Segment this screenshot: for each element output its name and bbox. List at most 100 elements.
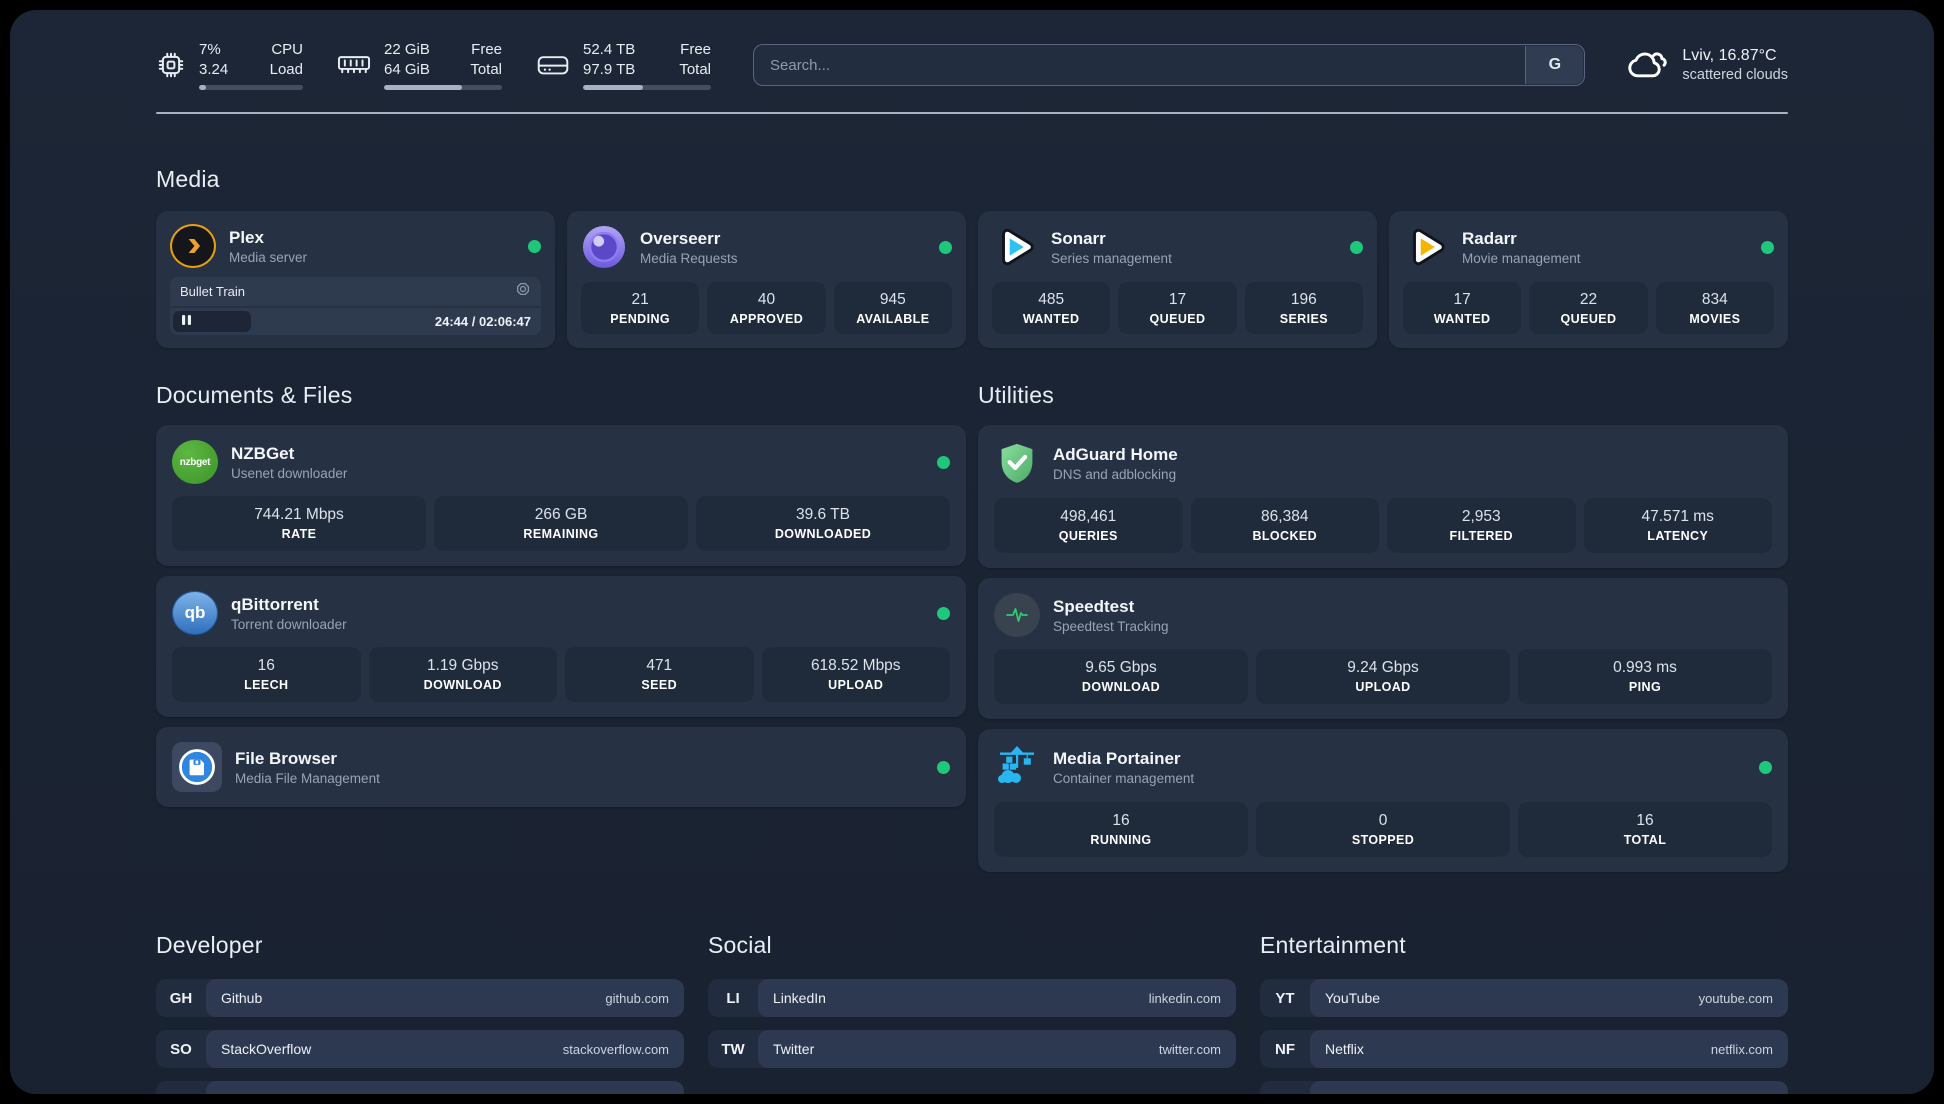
bookmark-abbr: LI: [726, 989, 740, 1007]
service-name: Speedtest: [1053, 596, 1135, 616]
bookmark-name: LinkedIn: [773, 990, 826, 1006]
bookmarks-social: Social LI LinkedIn linkedin.com TW Twitte…: [708, 932, 1236, 1094]
stat-box: 86,384 BLOCKED: [1190, 498, 1379, 553]
service-subtitle: Speedtest Tracking: [1053, 618, 1169, 634]
service-subtitle: Media File Management: [235, 770, 380, 786]
bookmark-url: linkedin.com: [1148, 990, 1221, 1006]
weather-condition: scattered clouds: [1682, 67, 1788, 83]
bookmark-url: github.com: [605, 990, 669, 1006]
cpu-progress-bar: [199, 85, 303, 90]
service-card-qbittorrent[interactable]: qb qBittorrent Torrent downloader 16 LEEC…: [156, 576, 966, 717]
bookmark-youtube[interactable]: YT YouTube youtube.com: [1260, 979, 1788, 1017]
adguard-icon: [994, 440, 1040, 486]
radarr-icon: [1403, 224, 1449, 270]
disk-free-value: 52.4 TB: [583, 41, 636, 58]
section-title-social: Social: [708, 932, 772, 958]
service-subtitle: DNS and adblocking: [1053, 466, 1177, 482]
memory-total-value: 64 GiB: [384, 61, 430, 78]
bookmark-github[interactable]: GH Github github.com: [156, 979, 684, 1017]
bookmark-linkedin[interactable]: LI LinkedIn linkedin.com: [708, 979, 1236, 1017]
bookmarks-developer: Developer GH Github github.com SO StackOv…: [156, 932, 684, 1094]
service-card-portainer[interactable]: Media Portainer Container management 16 R…: [978, 729, 1788, 872]
bookmark-abbr: TW: [721, 1040, 745, 1058]
stat-box: 17 QUEUED: [1118, 282, 1237, 334]
service-card-speedtest[interactable]: Speedtest Speedtest Tracking 9.65 Gbps DO…: [978, 578, 1788, 719]
stat-box: 266 GB REMAINING: [434, 496, 688, 551]
bookmark-twitter[interactable]: TW Twitter twitter.com: [708, 1030, 1236, 1068]
status-dot: [528, 239, 541, 253]
bookmark-url: dev.to: [635, 1093, 669, 1095]
overseerr-icon: [581, 224, 627, 270]
stat-box: 485 WANTED: [992, 282, 1111, 334]
service-card-filebrowser[interactable]: File Browser Media File Management: [156, 727, 966, 807]
bookmark-reddit[interactable]: RE Reddit reddit.com: [1260, 1081, 1788, 1094]
service-card-nzbget[interactable]: nzbget NZBGet Usenet downloader 744.21 M…: [156, 425, 966, 566]
disk-free-label: Free: [680, 41, 711, 58]
service-card-radarr[interactable]: Radarr Movie management 17 WANTED 22 QUEUE…: [1389, 211, 1788, 348]
search-bar: G: [753, 44, 1586, 86]
service-subtitle: Container management: [1053, 770, 1195, 786]
plex-icon: [170, 224, 216, 268]
bookmark-url: stackoverflow.com: [562, 1041, 669, 1057]
disk-progress-bar: [583, 85, 711, 90]
gear-icon[interactable]: [515, 281, 531, 302]
search-input[interactable]: [753, 44, 1586, 86]
cpu-usage-value: 7%: [199, 41, 221, 58]
dashboard: 7% CPU 3.24 Load 22 GiB Free 64 GiB Total: [10, 10, 1934, 1094]
bookmark-name: Twitter: [773, 1041, 815, 1057]
service-subtitle: Media server: [229, 249, 308, 265]
stat-box: 9.65 Gbps DOWNLOAD: [994, 649, 1248, 704]
stat-box: 47.571 ms LATENCY: [1583, 498, 1772, 553]
memory-total-label: Total: [470, 61, 502, 78]
stat-box: 945 AVAILABLE: [833, 282, 952, 334]
memory-stat: 22 GiB Free 64 GiB Total: [337, 40, 502, 90]
bookmarks-entertainment: Entertainment YT YouTube youtube.com NF N…: [1260, 932, 1788, 1094]
bookmark-name: Github: [221, 990, 263, 1006]
stat-box: 0.993 ms PING: [1518, 649, 1772, 704]
bookmark-netflix[interactable]: NF Netflix netflix.com: [1260, 1030, 1788, 1068]
bookmark-dev[interactable]: DT DEV dev.to: [156, 1081, 684, 1094]
bookmark-stackoverflow[interactable]: SO StackOverflow stackoverflow.com: [156, 1030, 684, 1068]
service-card-sonarr[interactable]: Sonarr Series management 485 WANTED 17 QUE…: [978, 211, 1377, 348]
stat-box: 196 SERIES: [1244, 282, 1363, 334]
stat-box: 2,953 FILTERED: [1387, 498, 1576, 553]
qbittorrent-icon: qb: [172, 591, 218, 635]
status-dot: [937, 455, 950, 469]
service-card-plex[interactable]: Plex Media server Bullet Train 24:44 / 0…: [156, 211, 555, 348]
playback-progress-bar[interactable]: 24:44 / 02:06:47: [170, 308, 541, 335]
service-card-adguard[interactable]: AdGuard Home DNS and adblocking 498,461 Q…: [978, 425, 1788, 568]
stat-box: 16 LEECH: [172, 647, 361, 702]
nzbget-icon: nzbget: [172, 440, 218, 484]
bookmark-name: Netflix: [1325, 1041, 1364, 1057]
search-provider-button[interactable]: G: [1525, 46, 1584, 84]
service-subtitle: Media Requests: [640, 250, 738, 266]
bookmark-abbr: GH: [169, 989, 193, 1007]
disk-stat: 52.4 TB Free 97.9 TB Total: [536, 40, 711, 90]
now-playing-title: Bullet Train: [180, 284, 246, 299]
service-name: Media Portainer: [1053, 748, 1181, 768]
service-name: qBittorrent: [231, 594, 319, 614]
stat-box: 22 QUEUED: [1529, 282, 1648, 334]
header: 7% CPU 3.24 Load 22 GiB Free 64 GiB Total: [156, 40, 1788, 90]
service-name: Radarr: [1462, 228, 1517, 248]
bookmark-abbr: YT: [1275, 989, 1295, 1007]
stat-box: 0 STOPPED: [1256, 802, 1510, 857]
stat-box: 1.19 Gbps DOWNLOAD: [368, 647, 557, 702]
section-title-developer: Developer: [156, 932, 263, 958]
service-name: File Browser: [235, 748, 338, 768]
cpu-icon: [156, 50, 186, 80]
cpu-load-value: 3.24: [199, 61, 229, 78]
service-subtitle: Series management: [1051, 250, 1172, 266]
memory-progress-bar: [384, 85, 502, 90]
bookmark-url: twitter.com: [1158, 1041, 1221, 1057]
stat-box: 471 SEED: [565, 647, 754, 702]
service-subtitle: Torrent downloader: [231, 616, 347, 632]
service-card-overseerr[interactable]: Overseerr Media Requests 21 PENDING 40 APP…: [567, 211, 966, 348]
bookmark-abbr: SO: [170, 1040, 192, 1058]
playback-time: 24:44 / 02:06:47: [434, 314, 531, 329]
pause-icon: [181, 313, 192, 331]
header-divider: [156, 112, 1788, 114]
section-title-media: Media: [156, 166, 220, 192]
portainer-icon: [994, 744, 1040, 790]
system-stats: 7% CPU 3.24 Load 22 GiB Free 64 GiB Total: [156, 40, 711, 90]
